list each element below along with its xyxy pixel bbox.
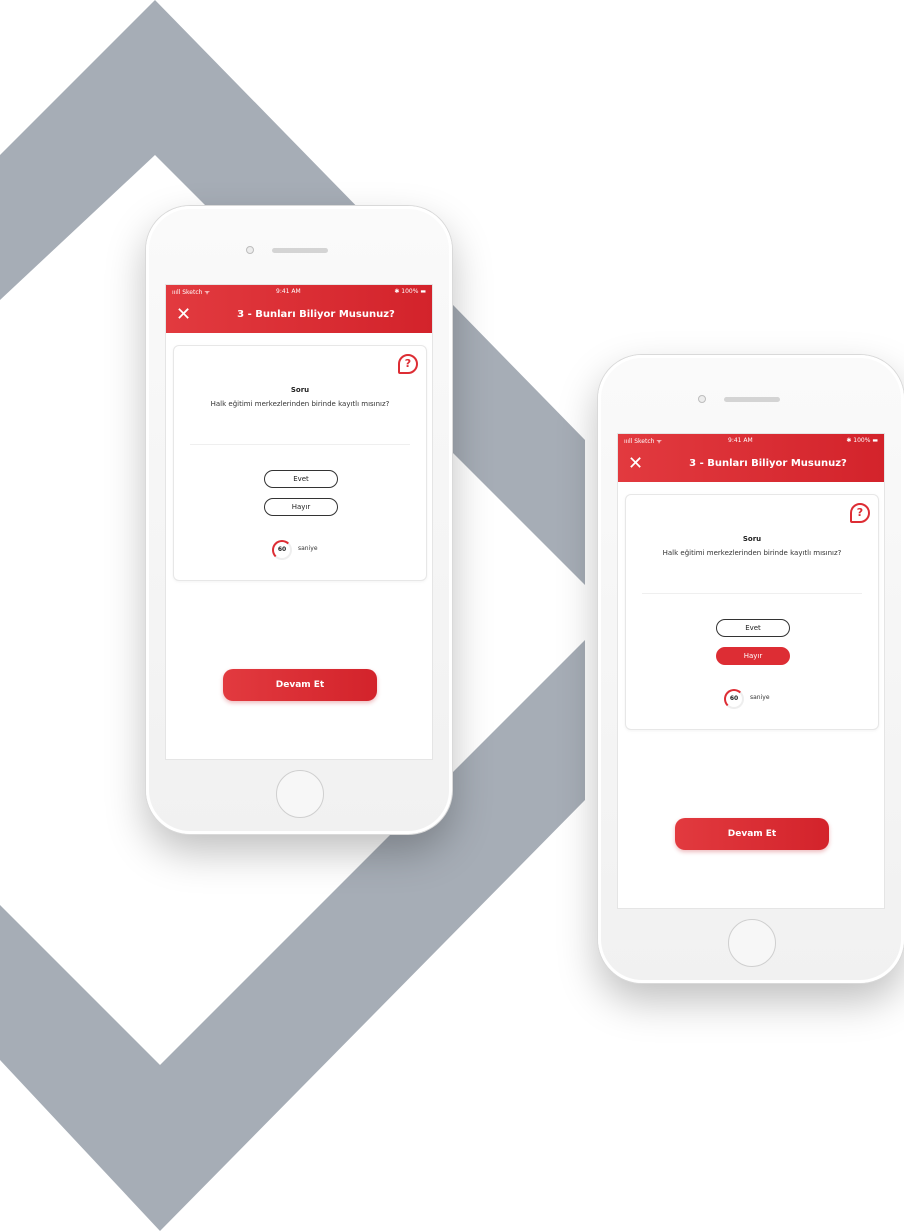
status-carrier: ıııll Sketch ᯤ: [624, 438, 662, 445]
continue-button[interactable]: Devam Et: [675, 818, 829, 850]
question-text: Halk eğitimi merkezlerinden birinde kayı…: [662, 549, 842, 557]
answer-yes-button[interactable]: Evet: [264, 470, 338, 488]
question-label: Soru: [290, 386, 310, 394]
earpiece-speaker: [272, 248, 328, 253]
earpiece-speaker: [724, 397, 780, 402]
help-icon[interactable]: ?: [850, 503, 870, 523]
page-title: 3 - Bunları Biliyor Musunuz?: [237, 309, 395, 320]
timer-unit: saniye: [750, 694, 770, 701]
status-battery: ✱ 100% ▬: [394, 288, 426, 295]
answer-no-button[interactable]: Hayır: [264, 498, 338, 516]
phone-screen: ıııll Sketch ᯤ 9:41 AM ✱ 100% ▬ ✕ 3 - Bu…: [165, 284, 433, 760]
phone-mockup-left: ıııll Sketch ᯤ 9:41 AM ✱ 100% ▬ ✕ 3 - Bu…: [146, 206, 452, 834]
question-text: Halk eğitimi merkezlerinden birinde kayı…: [210, 400, 390, 408]
status-bar: ıııll Sketch ᯤ 9:41 AM ✱ 100% ▬: [166, 288, 432, 298]
divider: [190, 444, 410, 445]
nav-bar: ✕ 3 - Bunları Biliyor Musunuz?: [166, 303, 432, 331]
home-button[interactable]: [728, 919, 776, 967]
status-carrier: ıııll Sketch ᯤ: [172, 289, 210, 296]
close-icon[interactable]: ✕: [176, 305, 191, 325]
timer-ring: 60: [272, 540, 292, 560]
home-button[interactable]: [276, 770, 324, 818]
question-card: ? Soru Halk eğitimi merkezlerinden birin…: [173, 345, 427, 581]
timer-unit: saniye: [298, 545, 318, 552]
status-time: 9:41 AM: [728, 437, 753, 444]
answer-no-button[interactable]: Hayır: [716, 647, 790, 665]
status-battery: ✱ 100% ▬: [846, 437, 878, 444]
phone-screen: ıııll Sketch ᯤ 9:41 AM ✱ 100% ▬ ✕ 3 - Bu…: [617, 433, 885, 909]
continue-button[interactable]: Devam Et: [223, 669, 377, 701]
phone-mockup-right: ıııll Sketch ᯤ 9:41 AM ✱ 100% ▬ ✕ 3 - Bu…: [598, 355, 904, 983]
nav-bar: ✕ 3 - Bunları Biliyor Musunuz?: [618, 452, 884, 480]
front-camera: [698, 395, 706, 403]
divider: [642, 593, 862, 594]
status-time: 9:41 AM: [276, 288, 301, 295]
question-card: ? Soru Halk eğitimi merkezlerinden birin…: [625, 494, 879, 730]
help-icon[interactable]: ?: [398, 354, 418, 374]
status-bar: ıııll Sketch ᯤ 9:41 AM ✱ 100% ▬: [618, 437, 884, 447]
app-header: ıııll Sketch ᯤ 9:41 AM ✱ 100% ▬ ✕ 3 - Bu…: [166, 285, 432, 333]
question-label: Soru: [742, 535, 762, 543]
answer-yes-button[interactable]: Evet: [716, 619, 790, 637]
app-header: ıııll Sketch ᯤ 9:41 AM ✱ 100% ▬ ✕ 3 - Bu…: [618, 434, 884, 482]
front-camera: [246, 246, 254, 254]
page-title: 3 - Bunları Biliyor Musunuz?: [689, 458, 847, 469]
timer-ring: 60: [724, 689, 744, 709]
close-icon[interactable]: ✕: [628, 454, 643, 474]
